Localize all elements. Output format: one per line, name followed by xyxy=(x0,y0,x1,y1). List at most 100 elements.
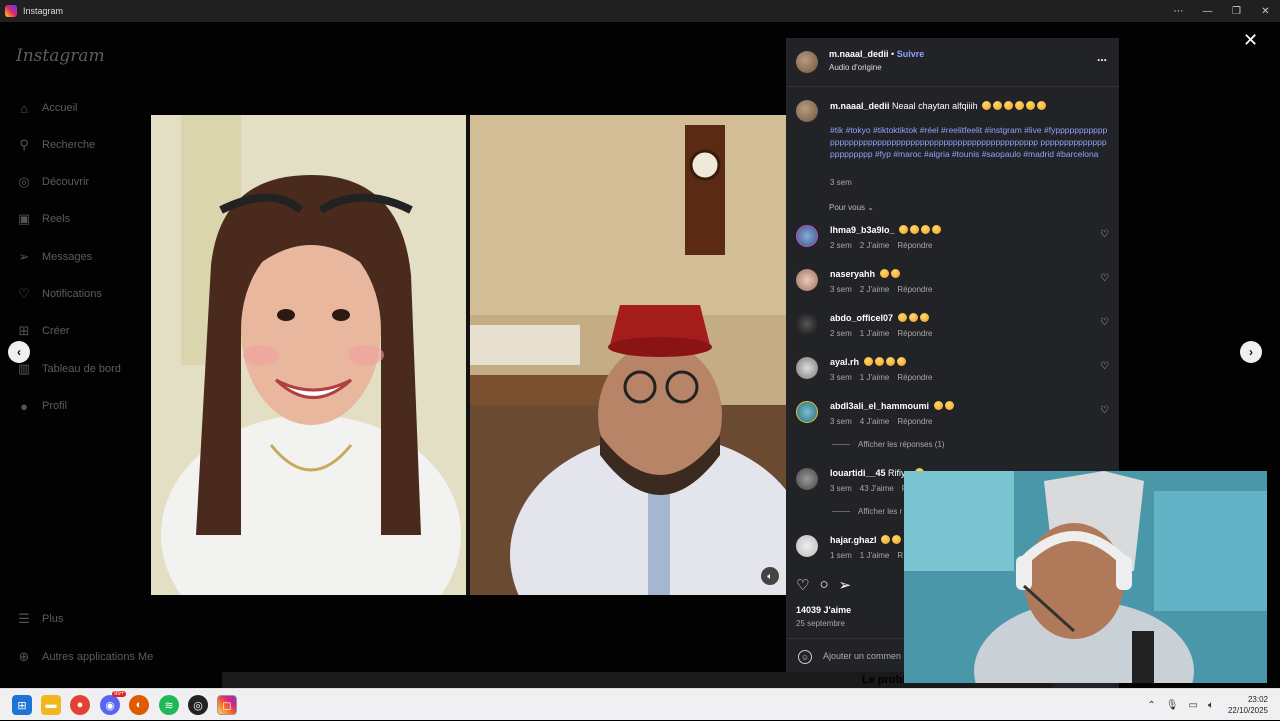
commenter-username[interactable]: naseryahh xyxy=(830,269,875,279)
sidebar-item-reels[interactable]: ▣ Reels xyxy=(16,210,70,228)
caption-text: Neaal chaytan alfqiiih xyxy=(892,101,978,111)
commenter-avatar[interactable] xyxy=(796,225,818,247)
like-icon[interactable]: ♡ xyxy=(796,576,809,594)
sidebar-item-plus[interactable]: ☰ Plus xyxy=(16,610,63,628)
file-explorer-icon[interactable]: ▬ xyxy=(41,695,61,715)
commenter-username[interactable]: abdl3ali_el_hammoumi xyxy=(830,401,929,411)
commenter-username[interactable]: hajar.ghazl xyxy=(830,535,877,545)
browser-icon[interactable]: ◐ xyxy=(129,695,149,715)
more-options-icon[interactable]: ⋯ xyxy=(1164,0,1193,22)
discord-icon[interactable]: ◉ xyxy=(100,695,120,715)
comment-likes[interactable]: 2 J'aime xyxy=(860,285,890,294)
post-date: 25 septembre xyxy=(796,619,845,628)
comment-item: ayal.rh 3 sem 1 J'aime Répondre ♡ xyxy=(786,355,1119,395)
sidebar-item-accueil[interactable]: ⌂ Accueil xyxy=(16,99,77,117)
comment-likes[interactable]: 4 J'aime xyxy=(860,417,890,426)
show-replies-button[interactable]: Afficher les r xyxy=(832,507,902,516)
title-bar: Instagram ⋯ — ❐ ✕ xyxy=(0,0,1280,22)
sidebar-item-creer[interactable]: ⊞ Créer xyxy=(16,322,70,340)
commenter-avatar[interactable] xyxy=(796,269,818,291)
instagram-logo[interactable]: Instagram xyxy=(16,46,105,66)
like-comment-icon[interactable]: ♡ xyxy=(1100,229,1109,240)
sort-dropdown[interactable]: Pour vous ⌄ xyxy=(829,203,874,212)
commenter-username[interactable]: abdo_officel07 xyxy=(830,313,893,323)
sidebar-item-profil[interactable]: ● Profil xyxy=(16,397,67,415)
author-avatar[interactable] xyxy=(796,51,818,73)
minimize-icon[interactable]: — xyxy=(1193,0,1222,22)
reply-button[interactable]: Répondre xyxy=(897,241,932,250)
sidebar-item-tableau-de-bord[interactable]: ▥ Tableau de bord xyxy=(16,360,121,378)
streamer-webcam-image xyxy=(904,471,1267,683)
video-left-pane xyxy=(151,115,466,595)
comment-likes[interactable]: 1 J'aime xyxy=(860,329,890,338)
obs-icon[interactable]: ◎ xyxy=(188,695,208,715)
caption-avatar[interactable] xyxy=(796,100,818,122)
more-options-button[interactable]: ... xyxy=(1097,50,1107,64)
close-icon[interactable]: ✕ xyxy=(1243,30,1258,51)
emoji-icon[interactable]: ☺ xyxy=(798,650,812,664)
caption-username[interactable]: m.naaal_dedii xyxy=(830,101,890,111)
comment-age: 3 sem xyxy=(830,373,852,382)
instagram-app-icon xyxy=(5,5,17,17)
previous-arrow-icon[interactable]: ‹ xyxy=(8,341,30,363)
reply-button[interactable]: Répondre xyxy=(897,417,932,426)
spotify-icon[interactable]: ≋ xyxy=(159,695,179,715)
man-figure-image xyxy=(470,115,787,595)
like-comment-icon[interactable]: ♡ xyxy=(1100,273,1109,284)
like-comment-icon[interactable]: ♡ xyxy=(1100,361,1109,372)
comment-input[interactable]: Ajouter un commen xyxy=(823,651,901,661)
commenter-avatar[interactable] xyxy=(796,357,818,379)
commenter-username[interactable]: lhma9_b3a9lo_ xyxy=(830,225,895,235)
volume-icon[interactable]: 🔈︎ xyxy=(1208,700,1214,711)
like-count[interactable]: 14039 J'aime xyxy=(796,605,851,615)
commenter-avatar[interactable] xyxy=(796,313,818,335)
reply-button[interactable]: Répondre xyxy=(897,373,932,382)
close-window-icon[interactable]: ✕ xyxy=(1251,0,1280,22)
network-icon[interactable]: ▭ xyxy=(1189,700,1198,711)
commenter-avatar[interactable] xyxy=(796,401,818,423)
clock-time: 23:02 xyxy=(1247,695,1268,704)
next-arrow-icon[interactable]: › xyxy=(1240,341,1262,363)
commenter-username[interactable]: louartidi__45 xyxy=(830,468,886,478)
sidebar-item-other-apps[interactable]: ⊕ Autres applications Me xyxy=(16,648,154,666)
audio-link[interactable]: Audio d'origine xyxy=(829,63,882,72)
comment-likes[interactable]: 1 J'aime xyxy=(860,551,890,560)
window-title: Instagram xyxy=(23,6,64,16)
comment-icon[interactable]: ○ xyxy=(819,576,828,594)
comment-likes[interactable]: 2 J'aime xyxy=(860,241,890,250)
share-icon[interactable]: ➢ xyxy=(839,576,852,594)
clock[interactable]: 23:02 22/10/2025 xyxy=(1228,694,1268,716)
commenter-username[interactable]: ayal.rh xyxy=(830,357,859,367)
compass-icon: ◎ xyxy=(18,174,30,189)
sidebar-item-messages[interactable]: ➢ Messages xyxy=(16,248,93,266)
commenter-avatar[interactable] xyxy=(796,535,818,557)
follow-button[interactable]: Suivre xyxy=(897,49,925,59)
windows-start-icon[interactable]: ⊞ xyxy=(12,695,32,715)
sidebar-item-label: Recherche xyxy=(42,139,96,151)
caption-hashtags[interactable]: #tik #tokyo #tiktoktiktok #réel #reelitf… xyxy=(830,124,1110,160)
profile-icon: ● xyxy=(20,398,28,414)
sidebar-item-notifications[interactable]: ♡ Notifications xyxy=(16,285,102,303)
mute-button[interactable]: 🔈︎ xyxy=(761,567,779,585)
reply-button[interactable]: R xyxy=(897,551,903,560)
restore-icon[interactable]: ❐ xyxy=(1222,0,1251,22)
chrome-icon[interactable]: ● xyxy=(70,695,90,715)
reel-video[interactable]: 🔈︎ xyxy=(151,115,787,595)
chevron-up-icon[interactable]: ⌃ xyxy=(1147,700,1155,711)
comment-likes[interactable]: 1 J'aime xyxy=(860,373,890,382)
microphone-icon[interactable]: 🎙︎ xyxy=(1166,700,1179,711)
sidebar-item-decouvrir[interactable]: ◎ Découvrir xyxy=(16,173,89,191)
comment-likes[interactable]: 43 J'aime xyxy=(860,484,894,493)
chevron-down-icon: ⌄ xyxy=(867,203,874,212)
show-replies-button[interactable]: Afficher les réponses (1) xyxy=(832,440,945,449)
reply-button[interactable]: Répondre xyxy=(897,329,932,338)
instagram-taskbar-icon[interactable]: ◻ xyxy=(217,695,237,715)
comment-item: lhma9_b3a9lo_ 2 sem 2 J'aime Répondre ♡ xyxy=(786,223,1119,263)
comment-age: 1 sem xyxy=(830,551,852,560)
reply-button[interactable]: Répondre xyxy=(897,285,932,294)
commenter-avatar[interactable] xyxy=(796,468,818,490)
author-username[interactable]: m.naaal_dedii xyxy=(829,49,889,59)
sidebar-item-recherche[interactable]: ⚲ Recherche xyxy=(16,136,95,154)
like-comment-icon[interactable]: ♡ xyxy=(1100,405,1109,416)
like-comment-icon[interactable]: ♡ xyxy=(1100,317,1109,328)
